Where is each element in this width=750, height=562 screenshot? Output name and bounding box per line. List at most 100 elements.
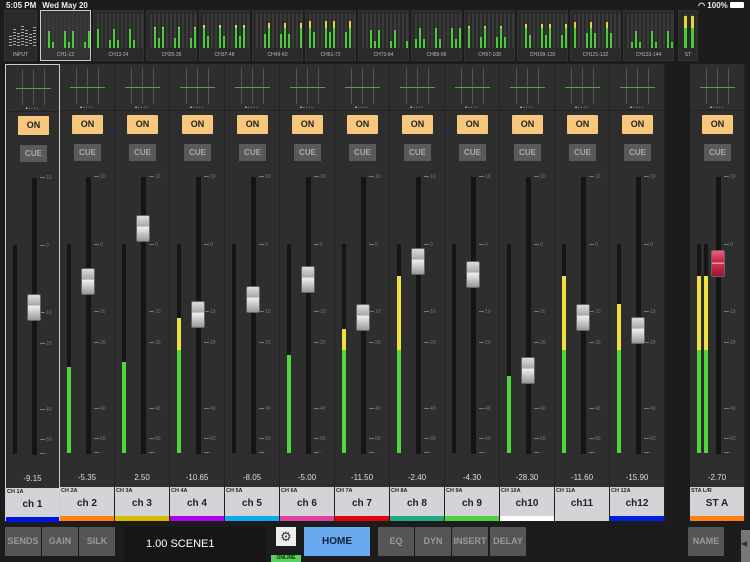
eq-thumbnail[interactable] [620, 68, 655, 104]
fader-track[interactable] [306, 177, 311, 454]
eq-thumbnail[interactable] [125, 68, 160, 104]
on-button[interactable]: ON [292, 115, 323, 134]
name-button[interactable]: NAME [688, 527, 724, 556]
overview-bank-ch25-36[interactable]: CH25-36 [146, 10, 197, 61]
channel-name-box[interactable]: CH 7A ch 7 [335, 487, 389, 521]
on-button[interactable]: ON [457, 115, 488, 134]
eq-thumbnail[interactable] [700, 68, 735, 104]
fader-knob[interactable] [246, 285, 260, 313]
panel-toggle-tab[interactable]: ◀ [741, 530, 750, 562]
overview-bank-ch73-84[interactable]: CH73-84 [358, 10, 409, 61]
overview-bank-ch109-120[interactable]: CH109-120 [517, 10, 568, 61]
insert-button[interactable]: INSERT [452, 527, 488, 556]
cue-button[interactable]: CUE [514, 144, 541, 161]
cue-button[interactable]: CUE [294, 144, 321, 161]
on-button[interactable]: ON [622, 115, 653, 134]
cue-button[interactable]: CUE [74, 144, 101, 161]
fader-track[interactable] [86, 177, 91, 454]
on-button[interactable]: ON [127, 115, 158, 134]
fader-knob[interactable] [191, 301, 205, 328]
on-button[interactable]: ON [512, 115, 543, 134]
channel-name-box[interactable]: CH 3A ch 3 [115, 487, 169, 521]
cue-button[interactable]: CUE [704, 144, 731, 161]
fader-knob[interactable] [521, 357, 535, 385]
overview-bank-ch49-60[interactable]: CH49-60 [252, 10, 303, 61]
on-button[interactable]: ON [72, 115, 103, 134]
overview-bank-ch97-108[interactable]: CH97-108 [464, 10, 515, 61]
cue-button[interactable]: CUE [624, 144, 651, 161]
channel-name-box[interactable]: CH 8A ch 8 [390, 487, 444, 521]
channel-name-box[interactable]: STA L/R ST A [690, 487, 744, 521]
fader-knob[interactable] [576, 303, 590, 331]
on-button[interactable]: ON [18, 116, 49, 135]
fader-knob[interactable] [81, 267, 95, 295]
cue-button[interactable]: CUE [184, 144, 211, 161]
overview-bank-ch13-24[interactable]: CH13-24 [93, 10, 144, 61]
dyn-button[interactable]: DYN [415, 527, 451, 556]
fader-track[interactable] [526, 177, 531, 454]
eq-thumbnail[interactable] [455, 68, 490, 104]
channel-name-box[interactable]: CH 1A ch 1 [6, 488, 59, 522]
overview-bank-ch61-72[interactable]: CH61-72 [305, 10, 356, 61]
fader-track[interactable] [716, 177, 721, 454]
cue-button[interactable]: CUE [129, 144, 156, 161]
overview-input-bank[interactable]: INPUT [4, 10, 37, 61]
overview-bank-ch1-12[interactable]: CH1-12 [40, 10, 91, 61]
gain-button[interactable]: GAIN [42, 527, 78, 556]
channel-name-box[interactable]: CH 10A ch10 [500, 487, 554, 521]
eq-thumbnail[interactable] [510, 68, 545, 104]
silk-button[interactable]: SILK [79, 527, 115, 556]
overview-bank-ch85-96[interactable]: CH85-96 [411, 10, 462, 61]
overview-stereo-bank[interactable]: ST [678, 10, 698, 61]
channel-name-box[interactable]: CH 5A ch 5 [225, 487, 279, 521]
mini-meter [101, 14, 103, 48]
eq-thumbnail[interactable] [400, 68, 435, 104]
overview-bank-ch121-132[interactable]: CH121-132 [570, 10, 621, 61]
home-button[interactable]: HOME [304, 527, 370, 556]
channel-name-box[interactable]: CH 6A ch 6 [280, 487, 334, 521]
eq-thumbnail[interactable] [565, 68, 600, 104]
fader-track[interactable] [636, 177, 641, 454]
sends-button[interactable]: SENDS [5, 527, 41, 556]
channel-name-box[interactable]: CH 11A ch11 [555, 487, 609, 521]
fader-knob[interactable] [411, 248, 425, 276]
overview-bank-ch37-48[interactable]: CH37-48 [199, 10, 250, 61]
settings-gear-icon[interactable]: ⚙ [276, 527, 296, 546]
scene-display[interactable]: 1.00 SCENE1 [124, 527, 266, 562]
on-button[interactable]: ON [347, 115, 378, 134]
cue-button[interactable]: CUE [20, 145, 47, 162]
eq-thumbnail[interactable] [16, 69, 51, 105]
fader-track[interactable] [471, 177, 476, 454]
channel-name-box[interactable]: CH 4A ch 4 [170, 487, 224, 521]
fader-track[interactable] [251, 177, 256, 454]
cue-button[interactable]: CUE [349, 144, 376, 161]
on-button[interactable]: ON [402, 115, 433, 134]
fader-knob[interactable] [301, 265, 315, 293]
fader-knob[interactable] [466, 260, 480, 288]
eq-thumbnail[interactable] [345, 68, 380, 104]
fader-track[interactable] [416, 177, 421, 454]
delay-button[interactable]: DELAY [490, 527, 526, 556]
fader-knob[interactable] [711, 250, 725, 278]
channel-name-box[interactable]: CH 2A ch 2 [60, 487, 114, 521]
eq-thumbnail[interactable] [70, 68, 105, 104]
fader-knob[interactable] [631, 317, 645, 345]
cue-button[interactable]: CUE [404, 144, 431, 161]
eq-thumbnail[interactable] [290, 68, 325, 104]
cue-button[interactable]: CUE [239, 144, 266, 161]
on-button[interactable]: ON [182, 115, 213, 134]
channel-name-box[interactable]: CH 12A ch12 [610, 487, 664, 521]
fader-knob[interactable] [356, 303, 370, 331]
eq-thumbnail[interactable] [180, 68, 215, 104]
on-button[interactable]: ON [567, 115, 598, 134]
eq-thumbnail[interactable] [235, 68, 270, 104]
fader-knob[interactable] [27, 294, 41, 322]
channel-name-box[interactable]: CH 9A ch 9 [445, 487, 499, 521]
on-button[interactable]: ON [702, 115, 733, 134]
on-button[interactable]: ON [237, 115, 268, 134]
cue-button[interactable]: CUE [459, 144, 486, 161]
overview-bank-ch133-144[interactable]: CH133-144 [623, 10, 674, 61]
cue-button[interactable]: CUE [569, 144, 596, 161]
eq-button[interactable]: EQ [378, 527, 414, 556]
fader-knob[interactable] [136, 215, 150, 242]
